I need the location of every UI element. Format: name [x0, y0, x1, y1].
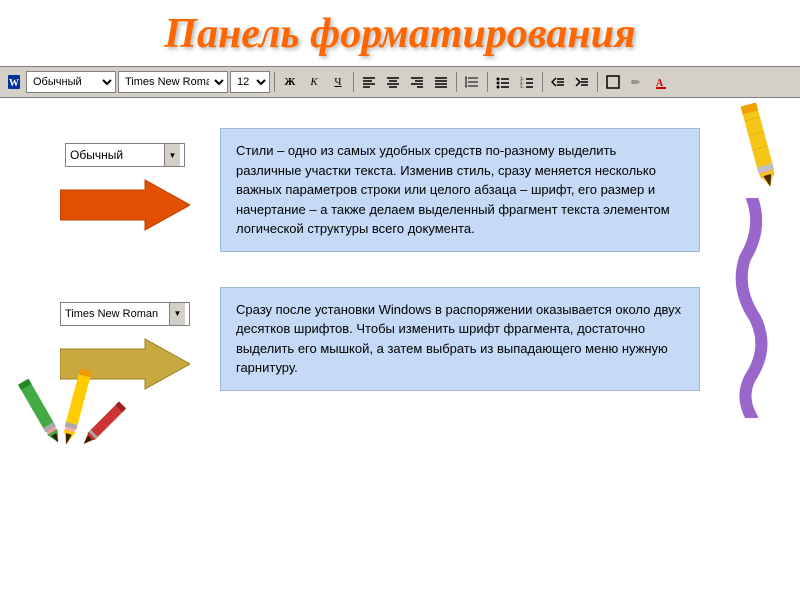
font-select[interactable]: Times New Roman [118, 71, 228, 93]
section1: Обычный ▼ Стили – одно из самых удобных … [0, 98, 800, 272]
size-select[interactable]: 12 [230, 71, 270, 93]
bold-button[interactable]: Ж [279, 71, 301, 93]
style-mini-dropdown[interactable]: Обычный ▼ [65, 143, 185, 167]
svg-text:W: W [9, 78, 19, 89]
purple-decoration [735, 198, 770, 423]
italic-button[interactable]: К [303, 71, 325, 93]
align-left-button[interactable] [358, 71, 380, 93]
outdent-button[interactable] [547, 71, 569, 93]
info-box-1: Стили – одно из самых удобных средств по… [220, 128, 700, 252]
word-icon: W [6, 73, 24, 91]
align-justify-button[interactable] [430, 71, 452, 93]
section2: Times New Roman ▼ Сразу после установки … [0, 272, 800, 409]
dropdown-arrow-icon: ▼ [164, 144, 180, 166]
line-spacing-button[interactable] [461, 71, 483, 93]
toolbar: W Обычный Times New Roman 12 Ж К Ч [0, 66, 800, 98]
svg-text:3.: 3. [520, 85, 524, 89]
svg-text:✏: ✏ [631, 77, 641, 89]
toolbar-sep1 [274, 72, 275, 92]
font-color-button[interactable]: A [650, 71, 672, 93]
indent-button[interactable] [571, 71, 593, 93]
numbered-list-button[interactable]: 1. 2. 3. [516, 71, 538, 93]
pencil-decoration [730, 98, 790, 203]
font-mini-dropdown[interactable]: Times New Roman ▼ [60, 302, 190, 326]
page-title: Панель форматирования [0, 0, 800, 66]
toolbar-sep4 [487, 72, 488, 92]
dropdown-arrow-icon-2: ▼ [169, 303, 185, 325]
toolbar-sep5 [542, 72, 543, 92]
toolbar-sep2 [353, 72, 354, 92]
style-select[interactable]: Обычный [26, 71, 116, 93]
align-center-button[interactable] [382, 71, 404, 93]
underline-button[interactable]: Ч [327, 71, 349, 93]
highlight-button[interactable]: ✏ [626, 71, 648, 93]
toolbar-sep3 [456, 72, 457, 92]
pencils-decoration [10, 364, 130, 469]
align-right-button[interactable] [406, 71, 428, 93]
toolbar-sep6 [597, 72, 598, 92]
border-button[interactable] [602, 71, 624, 93]
orange-arrow-1 [60, 175, 190, 240]
info-box-2: Сразу после установки Windows в распоряж… [220, 287, 700, 391]
style-control-1: Обычный ▼ [50, 143, 200, 240]
bullet-list-button[interactable] [492, 71, 514, 93]
